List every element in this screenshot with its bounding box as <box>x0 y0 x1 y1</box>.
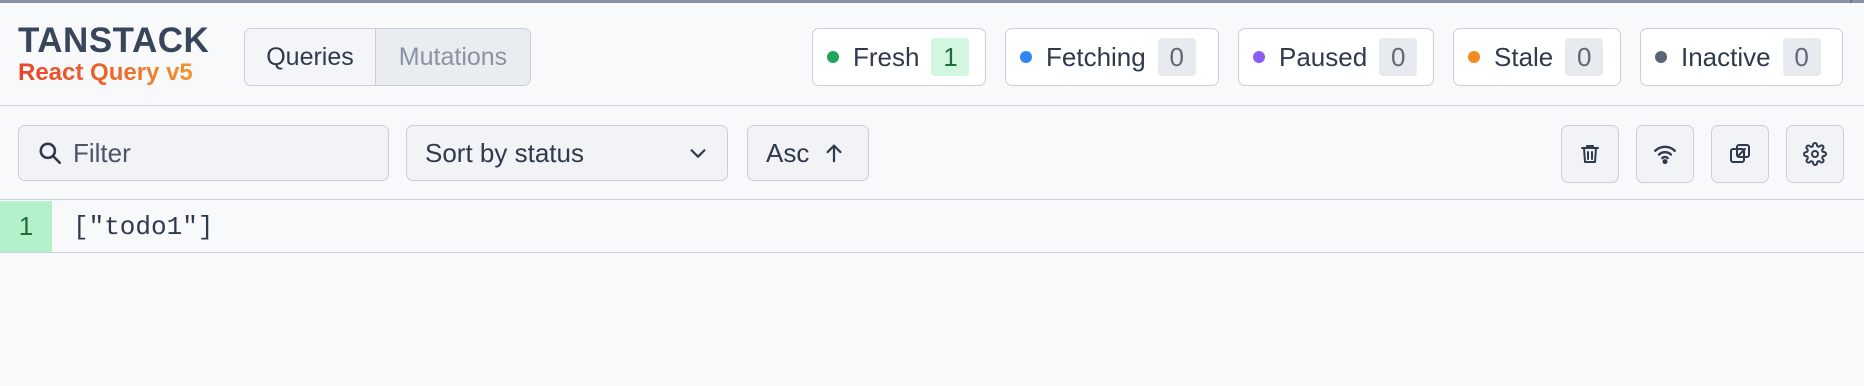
query-observer-count: 1 <box>0 201 52 252</box>
status-badge-inactive[interactable]: Inactive 0 <box>1640 28 1843 86</box>
query-toolbar: Sort by status Asc <box>0 107 1864 200</box>
inactive-dot-icon <box>1655 51 1667 63</box>
open-in-window-icon <box>1728 142 1752 166</box>
logo-subtitle: React Query v5 <box>18 59 209 87</box>
tanstack-logo[interactable]: TANSTACK React Query v5 <box>18 21 209 87</box>
open-in-window-button[interactable] <box>1711 125 1769 183</box>
status-label-inactive: Inactive <box>1681 41 1771 72</box>
status-count-fetching: 0 <box>1157 38 1196 76</box>
sort-order-label: Asc <box>766 137 810 168</box>
paused-dot-icon <box>1253 51 1265 63</box>
wifi-icon <box>1652 141 1678 167</box>
status-label-fresh: Fresh <box>853 41 920 72</box>
settings-gear-icon <box>1803 142 1827 166</box>
status-label-stale: Stale <box>1494 41 1554 72</box>
search-icon <box>37 140 63 166</box>
logo-title: TANSTACK <box>18 21 210 60</box>
fresh-dot-icon <box>827 51 839 63</box>
filter-field[interactable] <box>18 125 389 181</box>
query-key: ["todo1"] <box>73 211 214 242</box>
settings-button[interactable] <box>1786 125 1844 183</box>
sort-select[interactable]: Sort by status <box>406 125 728 181</box>
clear-cache-button[interactable] <box>1561 125 1619 183</box>
mock-offline-button[interactable] <box>1636 125 1694 183</box>
trash-icon <box>1578 142 1602 166</box>
status-badge-fetching[interactable]: Fetching 0 <box>1005 28 1219 86</box>
view-toggle: Queries Mutations <box>244 28 531 86</box>
chevron-down-icon <box>687 142 709 164</box>
status-label-paused: Paused <box>1279 41 1368 72</box>
status-count-fresh: 1 <box>931 38 970 76</box>
tab-queries[interactable]: Queries <box>245 29 375 85</box>
status-badge-fresh[interactable]: Fresh 1 <box>812 28 986 86</box>
status-count-inactive: 0 <box>1782 38 1821 76</box>
sort-order-button[interactable]: Asc <box>747 125 869 181</box>
status-label-fetching: Fetching <box>1046 41 1146 72</box>
fetching-dot-icon <box>1020 51 1032 63</box>
arrow-up-icon <box>823 141 845 165</box>
query-row[interactable]: 1 ["todo1"] <box>0 201 1864 253</box>
status-badge-stale[interactable]: Stale 0 <box>1453 28 1621 86</box>
status-badge-paused[interactable]: Paused 0 <box>1238 28 1434 86</box>
stale-dot-icon <box>1468 51 1480 63</box>
filter-input[interactable] <box>73 137 363 169</box>
tab-mutations[interactable]: Mutations <box>375 29 530 85</box>
status-count-stale: 0 <box>1565 38 1604 76</box>
status-count-paused: 0 <box>1379 38 1418 76</box>
devtools-header: TANSTACK React Query v5 Queries Mutation… <box>0 3 1864 106</box>
sort-selected-value: Sort by status <box>425 137 584 168</box>
